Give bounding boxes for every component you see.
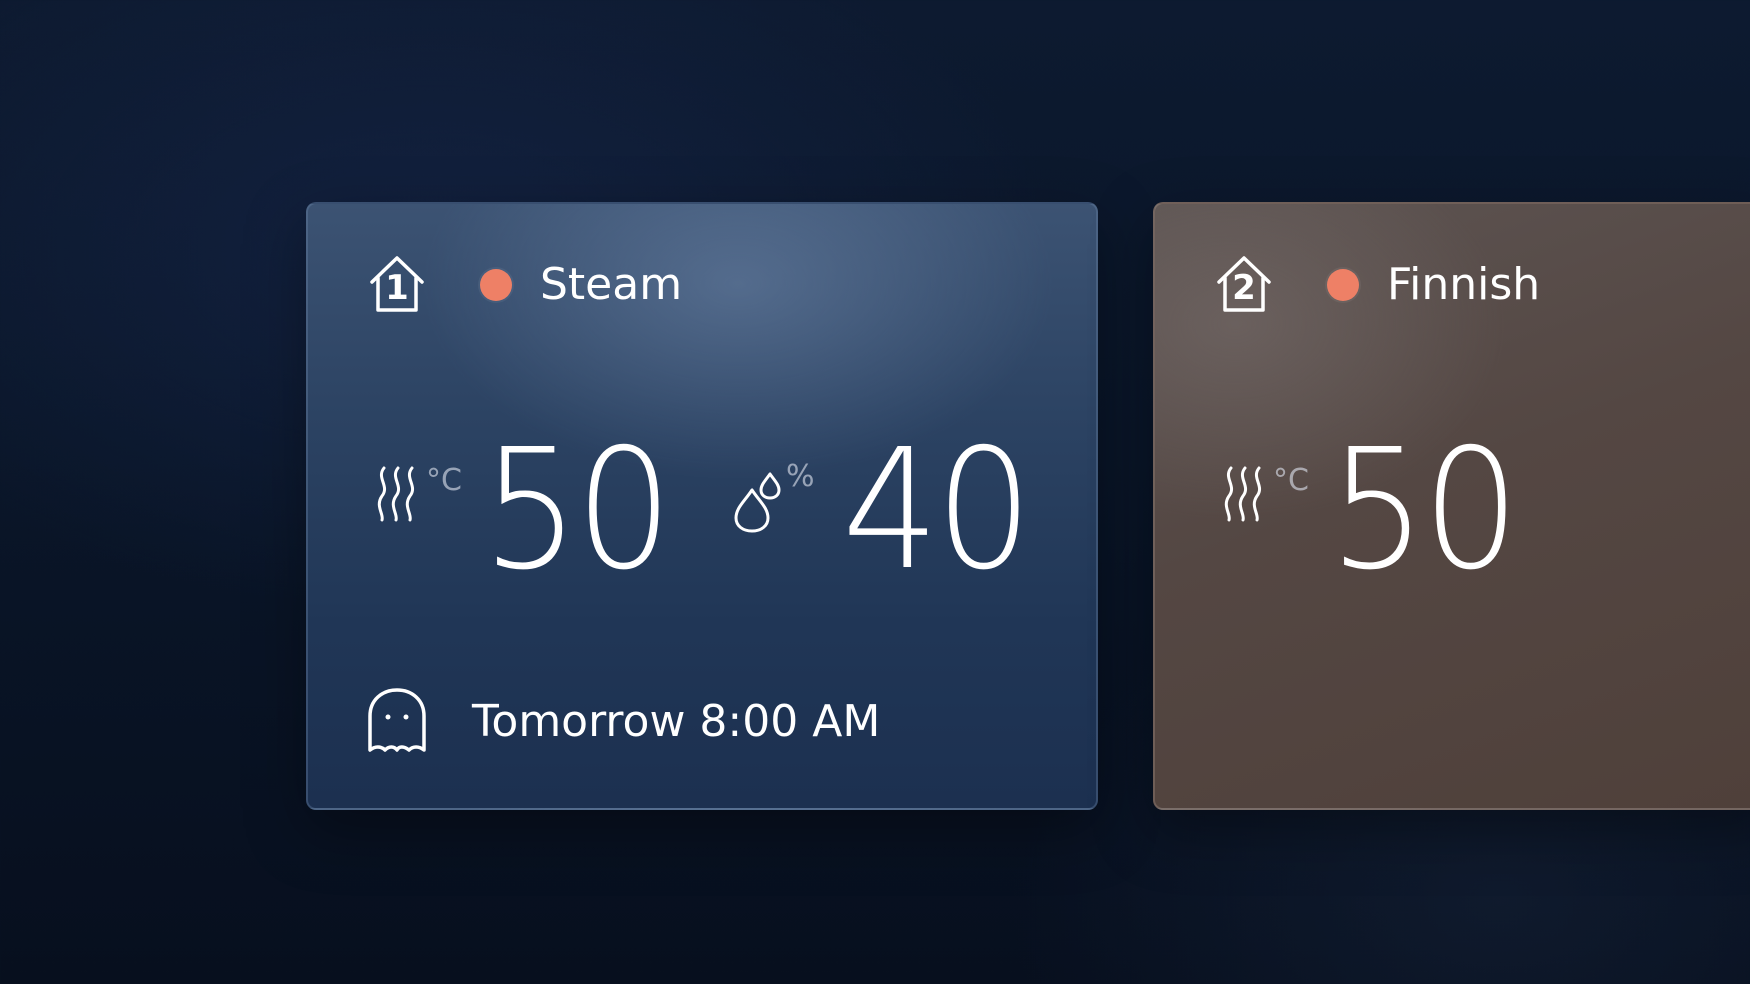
heat-waves-icon	[1224, 466, 1262, 522]
room-number: 1	[385, 268, 409, 308]
droplet-icon	[734, 472, 781, 533]
temperature-value: 50	[482, 414, 673, 607]
sauna-card-2[interactable]: 2 Finnish °C 50	[1153, 202, 1750, 810]
schedule-time: Tomorrow 8:00 AM	[472, 696, 881, 747]
status-dot	[1327, 269, 1359, 301]
temperature-unit: °C	[1273, 463, 1309, 498]
sauna-card-1[interactable]: 1 Steam °C 50 % 40 Tomorrow 8:00 AM	[306, 202, 1098, 810]
room-number: 2	[1232, 268, 1256, 308]
mode-label: Finnish	[1387, 259, 1541, 310]
temperature-value: 50	[1329, 414, 1520, 607]
humidity-unit: %	[786, 459, 815, 494]
humidity-value: 40	[842, 414, 1033, 607]
status-dot	[480, 269, 512, 301]
heat-waves-icon	[377, 466, 415, 522]
mode-label: Steam	[540, 259, 683, 310]
temperature-unit: °C	[426, 463, 462, 498]
ghost-icon	[368, 688, 426, 752]
